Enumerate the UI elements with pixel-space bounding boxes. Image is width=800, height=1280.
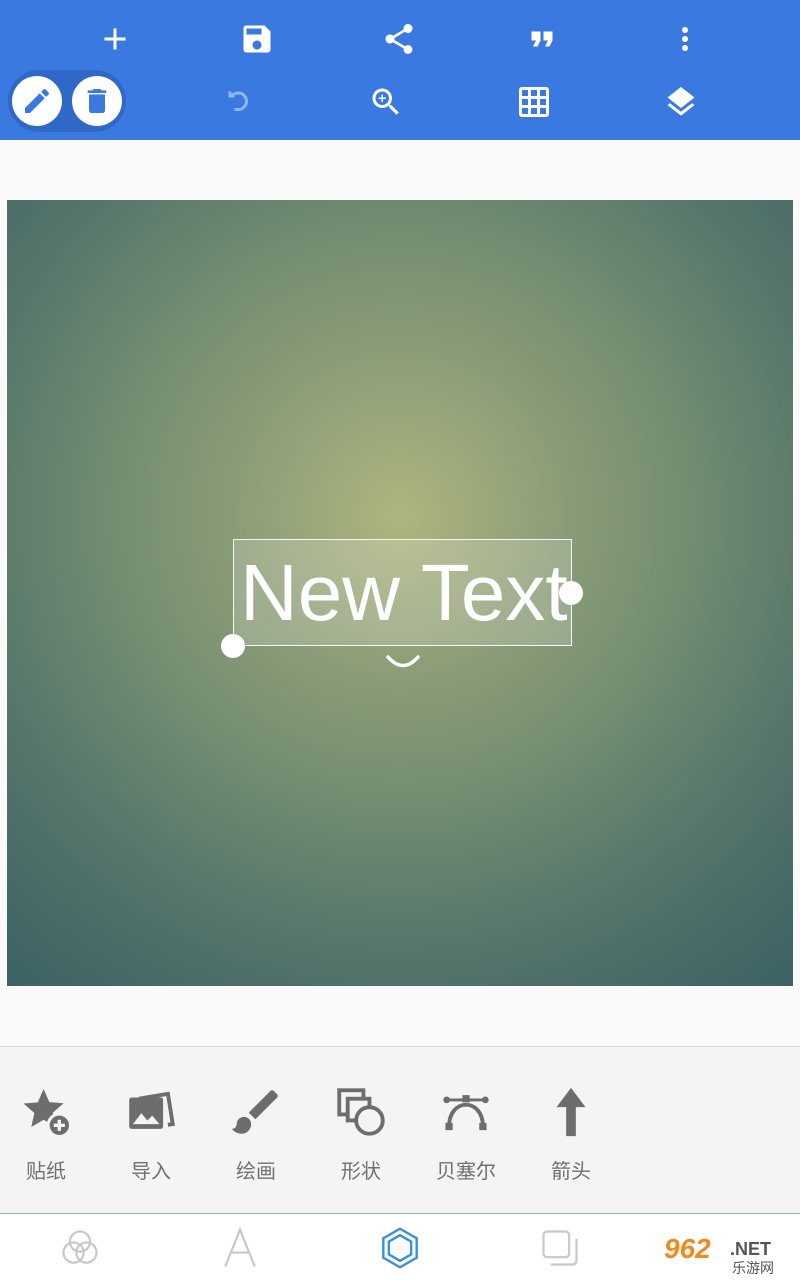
delete-button[interactable] (72, 76, 122, 126)
grid-button[interactable] (510, 78, 558, 126)
blend-icon (62, 1230, 98, 1264)
more-options-button[interactable] (661, 15, 709, 63)
undo-button[interactable] (215, 78, 263, 126)
tool-label: 形状 (341, 1159, 381, 1183)
undo-icon (228, 91, 248, 111)
bezier-icon (443, 1095, 489, 1131)
nav-shapes[interactable] (376, 1224, 424, 1272)
layers-icon (667, 87, 695, 116)
tool-label: 绘画 (236, 1159, 276, 1183)
nav-text[interactable] (216, 1224, 264, 1272)
save-button[interactable] (233, 15, 281, 63)
tool-label: 箭头 (551, 1159, 591, 1183)
layers-button[interactable] (657, 78, 705, 126)
grid-icon (519, 87, 549, 117)
tool-label: 导入 (131, 1159, 171, 1183)
hexagon-icon (382, 1227, 418, 1269)
watermark-suffix: .NET (730, 1239, 771, 1259)
quote-button[interactable] (518, 15, 566, 63)
text-layer-box[interactable]: New Text (233, 539, 572, 646)
resize-handle-left[interactable] (221, 634, 245, 658)
tools-panel: 贴纸 导入 绘画 形状 贝塞尔 箭头 (0, 1046, 800, 1213)
resize-handle-right[interactable] (559, 581, 583, 605)
quote-icon (531, 31, 553, 47)
design-canvas[interactable]: New Text (7, 200, 793, 986)
share-icon (385, 24, 413, 54)
edit-button[interactable] (12, 76, 62, 126)
nav-layers[interactable] (536, 1224, 584, 1272)
text-layer-content[interactable]: New Text (234, 540, 571, 645)
watermark-brand: 962 (664, 1233, 711, 1264)
share-button[interactable] (375, 15, 423, 63)
delete-icon (87, 89, 107, 113)
tool-shapes[interactable]: 形状 (311, 1083, 411, 1193)
text-icon (224, 1226, 256, 1267)
layer-copy-icon (542, 1230, 578, 1266)
tool-label: 贝塞尔 (436, 1159, 496, 1183)
watermark-sub: 乐游网 (732, 1261, 774, 1277)
shapes-icon (337, 1088, 385, 1136)
nav-blend[interactable] (56, 1224, 104, 1272)
zoom-button[interactable] (362, 78, 410, 126)
tool-import[interactable]: 导入 (101, 1083, 201, 1193)
add-button[interactable] (91, 15, 139, 63)
rotate-handle-icon[interactable] (385, 652, 421, 676)
plus-icon (104, 28, 126, 50)
arrow-up-icon (556, 1087, 586, 1137)
sticker-icon (23, 1089, 72, 1138)
brush-icon (231, 1090, 278, 1134)
more-vert-icon (682, 27, 688, 51)
tool-arrow[interactable]: 箭头 (521, 1083, 621, 1193)
app-root: New Text 贴纸 导入 绘画 形状 贝塞尔 箭头 962 .NET 乐游网 (0, 0, 800, 1280)
edit-icon (25, 88, 50, 113)
watermark-logo: 962 .NET 乐游网 (658, 1230, 796, 1277)
import-image-icon (129, 1091, 175, 1129)
tool-label: 贴纸 (26, 1159, 66, 1183)
zoom-in-icon (372, 88, 399, 115)
top-toolbar (0, 0, 800, 140)
tool-bezier[interactable]: 贝塞尔 (416, 1083, 516, 1193)
tool-draw[interactable]: 绘画 (206, 1083, 306, 1193)
tool-sticker[interactable]: 贴纸 (0, 1083, 96, 1193)
save-icon (243, 25, 271, 53)
